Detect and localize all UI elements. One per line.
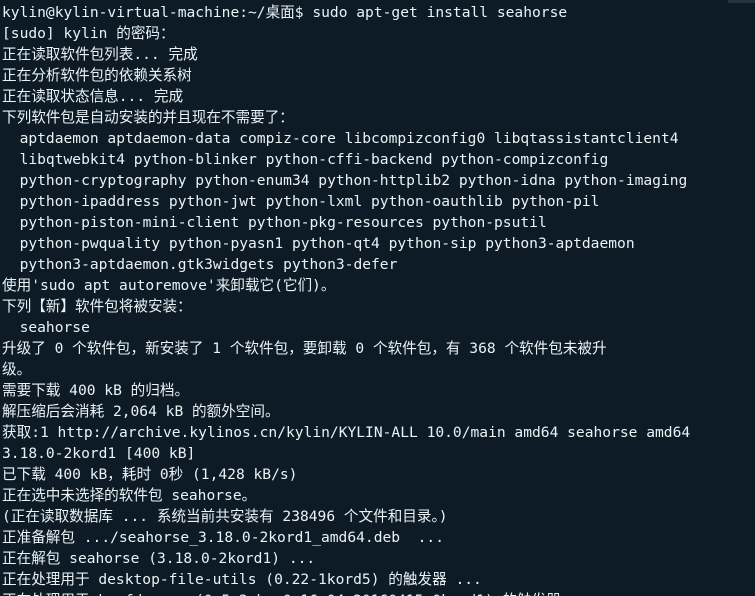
- terminal-line: [sudo] kylin 的密码：: [2, 25, 175, 42]
- scrollbar-thumb[interactable]: [728, 0, 755, 3]
- terminal-line: aptdaemon aptdaemon-data compiz-core lib…: [2, 130, 679, 147]
- terminal-line: python-pwquality python-pyasn1 python-qt…: [2, 235, 635, 252]
- terminal-line: 正在读取软件包列表... 完成: [2, 46, 198, 63]
- terminal-output[interactable]: kylin@kylin-virtual-machine:~/桌面$ sudo a…: [0, 2, 755, 596]
- terminal-line: 使用'sudo apt autoremove'来卸载它(它们)。: [2, 277, 336, 294]
- terminal-line: seahorse: [2, 319, 90, 336]
- terminal-line: 3.18.0-2kord1 [400 kB]: [2, 445, 196, 462]
- terminal-prompt-line: kylin@kylin-virtual-machine:~/桌面$ sudo a…: [2, 4, 568, 21]
- terminal-line: 正准备解包 .../seahorse_3.18.0-2kord1_amd64.d…: [2, 529, 444, 546]
- terminal-window[interactable]: kylin@kylin-virtual-machine:~/桌面$ sudo a…: [0, 0, 755, 596]
- terminal-line: 获取:1 http://archive.kylinos.cn/kylin/KYL…: [2, 424, 691, 441]
- terminal-line: 正在处理用于 bamfdaemon (0.5.3~bzr0+16.04.2016…: [2, 590, 755, 596]
- terminal-line: python-cryptography python-enum34 python…: [2, 172, 688, 189]
- terminal-line: 需要下载 400 kB 的归档。: [2, 382, 190, 399]
- terminal-line: 正在读取状态信息... 完成: [2, 88, 184, 105]
- terminal-line: 正在解包 seahorse (3.18.0-2kord1) ...: [2, 550, 316, 567]
- terminal-line: 升级了 0 个软件包，新安装了 1 个软件包，要卸载 0 个软件包，有 368 …: [2, 340, 607, 357]
- terminal-line: 解压缩后会消耗 2,064 kB 的额外空间。: [2, 403, 280, 420]
- terminal-line: 正在分析软件包的依赖关系树: [2, 67, 192, 84]
- terminal-line: 下列软件包是自动安装的并且现在不需要了：: [2, 109, 294, 126]
- terminal-line: 已下载 400 kB，耗时 0秒 (1,428 kB/s): [2, 466, 298, 483]
- terminal-line: 正在处理用于 desktop-file-utils (0.22-1kord5) …: [2, 571, 482, 588]
- terminal-line: python3-aptdaemon.gtk3widgets python3-de…: [2, 256, 398, 273]
- terminal-line: 级。: [2, 361, 32, 378]
- terminal-line: 下列【新】软件包将被安装：: [2, 298, 192, 315]
- terminal-line: python-piston-mini-client python-pkg-res…: [2, 214, 547, 231]
- terminal-line: 正在选中未选择的软件包 seahorse。: [2, 487, 257, 504]
- terminal-line: (正在读取数据库 ... 系统当前共安装有 238496 个文件和目录。): [2, 508, 448, 525]
- terminal-line: libqtwebkit4 python-blinker python-cffi-…: [2, 151, 609, 168]
- terminal-line: python-ipaddress python-jwt python-lxml …: [2, 193, 600, 210]
